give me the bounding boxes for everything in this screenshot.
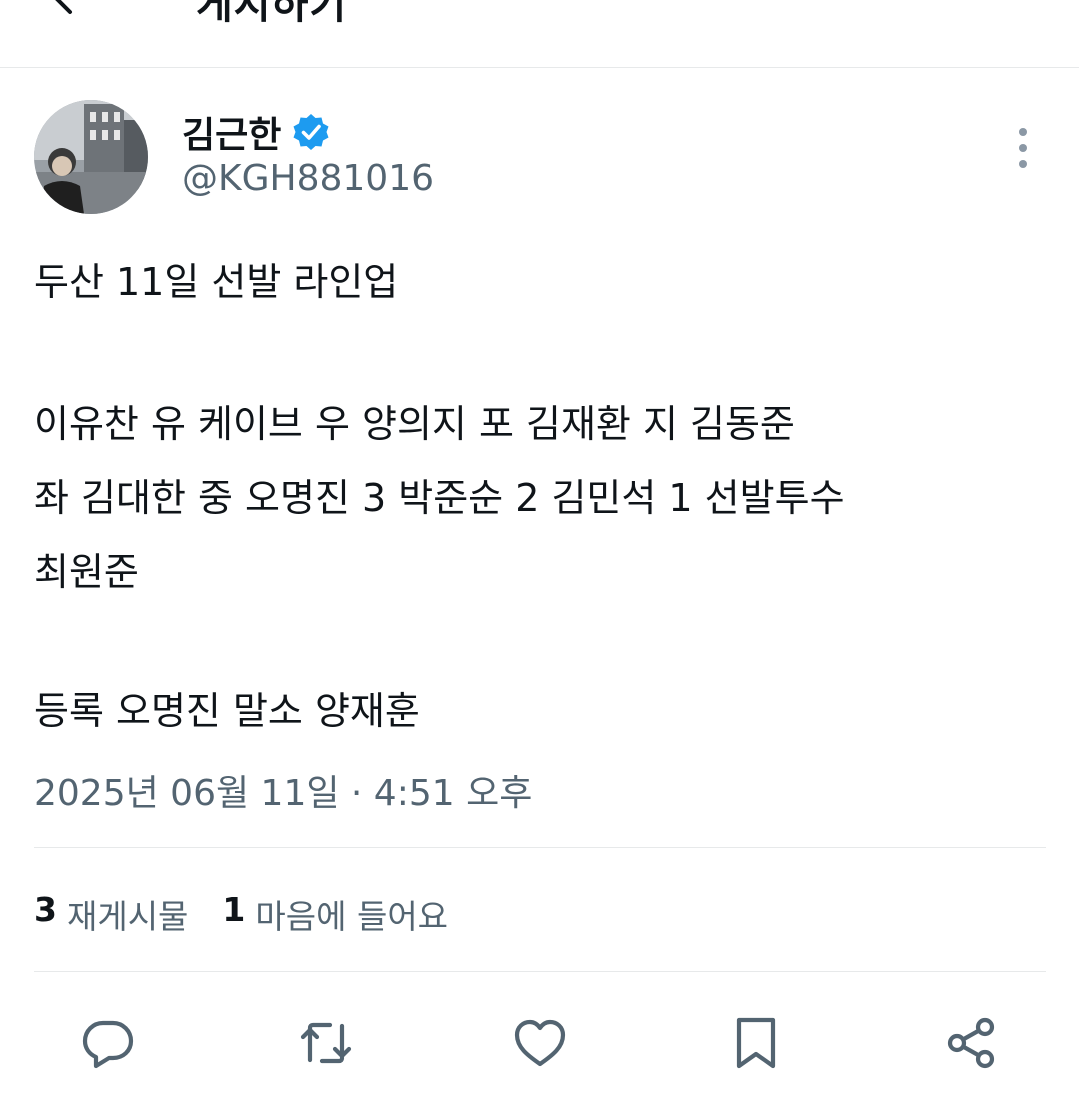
- tweet-text-line: 최원준: [34, 550, 139, 594]
- tweet-timestamp[interactable]: 2025년 06월 11일 · 4:51 오후: [34, 764, 532, 816]
- divider: [34, 847, 1046, 848]
- retweets-count: 3: [34, 890, 57, 929]
- like-icon: [514, 1019, 566, 1067]
- reply-button[interactable]: [77, 1012, 139, 1074]
- more-options-button[interactable]: [1008, 126, 1038, 170]
- verified-badge-icon: [293, 114, 329, 150]
- page-title: 게시하기: [196, 0, 348, 28]
- tweet-text-line: 두산 11일 선발 라인업: [34, 260, 399, 304]
- back-arrow-icon: [55, 0, 88, 14]
- retweets-label: 재게시물: [66, 897, 189, 936]
- likes-stat[interactable]: 1 마음에 들어요: [222, 890, 448, 938]
- bookmark-icon: [736, 1017, 776, 1069]
- tweet-text-line: 이유찬 유 케이브 우 양의지 포 김재환 지 김동준: [34, 402, 795, 446]
- like-button[interactable]: [509, 1012, 571, 1074]
- more-options-icon: [1019, 128, 1027, 168]
- retweet-button[interactable]: [295, 1012, 357, 1074]
- author-handle[interactable]: @KGH881016: [182, 158, 434, 199]
- tweet-text-line: 좌 김대한 중 오명진 3 박준순 2 김민석 1 선발투수: [34, 476, 845, 520]
- tweet-text-line: 등록 오명진 말소 양재훈: [34, 689, 420, 733]
- likes-count: 1: [222, 890, 246, 929]
- engagement-stats: 3 재게시물 1 마음에 들어요: [34, 890, 448, 938]
- avatar-photo: [34, 100, 148, 214]
- share-button[interactable]: [940, 1012, 1002, 1074]
- back-button[interactable]: [48, 0, 98, 18]
- bookmark-button[interactable]: [725, 1012, 787, 1074]
- author-name-row: 김근한: [182, 106, 331, 158]
- likes-label: 마음에 들어요: [255, 897, 449, 936]
- retweets-stat[interactable]: 3 재게시물: [34, 890, 188, 938]
- retweet-icon: [300, 1022, 352, 1064]
- avatar[interactable]: [34, 100, 148, 214]
- divider: [34, 971, 1046, 972]
- top-bar: 게시하기: [0, 0, 1079, 68]
- share-icon: [947, 1017, 995, 1069]
- display-name[interactable]: 김근한: [182, 106, 281, 158]
- reply-icon: [82, 1020, 134, 1069]
